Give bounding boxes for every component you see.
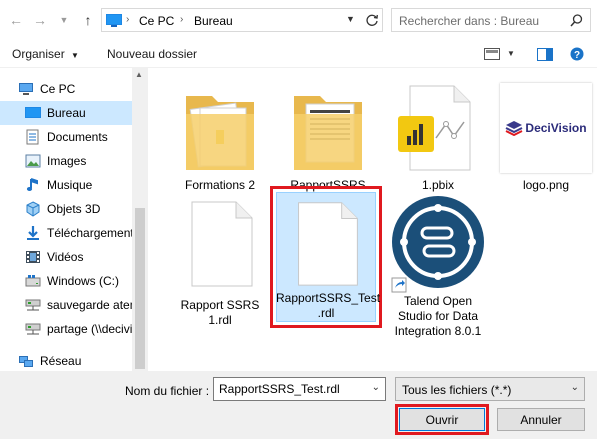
nav-item-reseau[interactable]: Réseau <box>0 349 132 371</box>
filetype-value: Tous les fichiers (*.*) <box>402 383 512 397</box>
open-button[interactable]: Ouvrir <box>399 408 485 431</box>
network-drive-icon <box>25 299 41 311</box>
search-box[interactable]: Rechercher dans : Bureau <box>391 8 591 32</box>
cancel-button[interactable]: Annuler <box>497 408 585 431</box>
nav-item-bureau[interactable]: Bureau <box>0 101 132 125</box>
nav-label: Réseau <box>40 354 82 368</box>
help-icon[interactable]: ? <box>570 47 584 61</box>
folder-icon <box>294 96 362 170</box>
refresh-icon[interactable] <box>365 13 379 27</box>
organize-button[interactable]: Organiser ▼ <box>12 47 79 61</box>
network-icon <box>19 356 33 367</box>
3d-objects-icon <box>26 201 40 217</box>
file-item-formations-2[interactable]: Formations 2 <box>170 78 270 193</box>
desktop-icon <box>25 107 41 118</box>
up-arrow-icon[interactable]: ↑ <box>78 10 98 30</box>
talend-shortcut-icon <box>391 196 484 293</box>
preview-pane-icon[interactable] <box>537 48 553 61</box>
navigation-pane: Ce PC Bureau Documents Images Musique Ob… <box>0 68 148 371</box>
nav-label: sauvegarde atem <box>47 298 140 312</box>
new-folder-button[interactable]: Nouveau dossier <box>107 47 197 61</box>
dialog-footer: Nom du fichier : ⌄ Tous les fichiers (*.… <box>0 371 597 439</box>
network-drive-icon <box>25 323 41 335</box>
file-name: logo.png <box>522 178 570 192</box>
chevron-down-icon: ▼ <box>71 51 79 60</box>
filetype-select[interactable]: Tous les fichiers (*.*) ⌄ <box>395 377 585 401</box>
chevron-down-icon: ⌄ <box>570 382 579 393</box>
breadcrumb-separator-icon: › <box>180 14 184 25</box>
file-name: RapportSSRS_Test .rdl <box>276 291 381 320</box>
nav-label: Objets 3D <box>47 202 101 216</box>
breadcrumb-separator-icon: › <box>126 14 130 25</box>
nav-label: Vidéos <box>47 250 84 264</box>
address-row: ← → ▼ ↑ › Ce PC › Bureau ▼ Rechercher da… <box>0 0 597 40</box>
file-item-logo-png[interactable]: DeciVision logo.png <box>496 78 596 193</box>
file-item-rapport-ssrs-1[interactable]: Rapport SSRS 1.rdl <box>170 198 270 328</box>
filename-field[interactable]: ⌄ <box>213 377 386 401</box>
file-list: Formations 2 RapportSSRS 1.pbix DeciVisi… <box>148 68 597 371</box>
videos-icon <box>26 251 40 263</box>
nav-item-musique[interactable]: Musique <box>0 173 132 197</box>
nav-label: Documents <box>47 130 108 144</box>
search-placeholder: Rechercher dans : Bureau <box>399 14 540 28</box>
forward-arrow-icon[interactable]: → <box>30 10 50 30</box>
nav-label: Téléchargements <box>47 226 140 240</box>
file-open-dialog: ← → ▼ ↑ › Ce PC › Bureau ▼ Rechercher da… <box>0 0 597 439</box>
logo-thumbnail: DeciVision <box>496 78 596 178</box>
pbix-file-icon <box>398 85 471 171</box>
images-icon <box>25 154 41 168</box>
downloads-icon <box>27 226 39 240</box>
breadcrumb-ce-pc[interactable]: Ce PC <box>139 14 174 28</box>
svg-text:?: ? <box>574 50 580 61</box>
nav-label: Ce PC <box>40 82 76 96</box>
file-item-rapportssrs[interactable]: RapportSSRS <box>278 78 378 193</box>
organize-label: Organiser <box>12 47 65 61</box>
nav-label: Bureau <box>47 106 86 120</box>
file-name: Rapport SSRS 1.rdl <box>180 298 260 327</box>
nav-item-sauvegarde[interactable]: sauvegarde atem <box>0 293 140 317</box>
command-bar: Organiser ▼ Nouveau dossier ▼ ? <box>0 40 597 68</box>
scroll-up-icon[interactable]: ▲ <box>135 70 143 79</box>
view-options-icon[interactable] <box>484 48 500 60</box>
music-icon <box>26 178 38 191</box>
recent-chevron-icon[interactable]: ▼ <box>54 10 74 30</box>
search-icon[interactable] <box>570 14 583 27</box>
address-dropdown-icon[interactable]: ▼ <box>346 14 355 24</box>
file-name: 1.pbix <box>421 178 455 192</box>
nav-label: Windows (C:) <box>47 274 120 288</box>
filename-input[interactable] <box>214 378 369 400</box>
nav-item-telechargements[interactable]: Téléchargements <box>0 221 140 245</box>
file-item-1-pbix[interactable]: 1.pbix <box>388 78 488 193</box>
nav-item-videos[interactable]: Vidéos <box>0 245 132 269</box>
folder-icon <box>186 96 254 170</box>
desktop-icon <box>106 14 122 27</box>
documents-icon <box>26 129 39 145</box>
filename-label: Nom du fichier : <box>125 384 210 398</box>
file-item-rapportssrs-test[interactable]: RapportSSRS_Test .rdl <box>276 192 381 322</box>
back-arrow-icon[interactable]: ← <box>6 10 26 30</box>
file-name: Talend Open Studio for Data Integration … <box>394 294 482 338</box>
nav-item-objets-3d[interactable]: Objets 3D <box>0 197 132 221</box>
file-name: Formations 2 <box>184 178 256 192</box>
view-dropdown-icon[interactable]: ▼ <box>507 49 515 58</box>
nav-label: partage (\\decivi <box>47 322 133 336</box>
breadcrumb-bureau[interactable]: Bureau <box>194 14 233 28</box>
nav-item-documents[interactable]: Documents <box>0 125 132 149</box>
address-bar[interactable]: › Ce PC › Bureau ▼ <box>101 8 383 32</box>
nav-scroll-thumb[interactable] <box>135 208 145 369</box>
computer-icon <box>19 83 33 95</box>
nav-item-images[interactable]: Images <box>0 149 132 173</box>
file-item-talend-open-studio[interactable]: Talend Open Studio for Data Integration … <box>388 194 488 339</box>
drive-icon <box>25 275 41 287</box>
nav-item-windows-c[interactable]: Windows (C:) <box>0 269 132 293</box>
decivision-logo-icon <box>505 121 523 136</box>
nav-label: Images <box>47 154 87 168</box>
logo-text: DeciVision <box>525 121 587 135</box>
nav-item-ce-pc[interactable]: Ce PC <box>0 77 132 101</box>
nav-item-partage[interactable]: partage (\\decivi <box>0 317 132 341</box>
chevron-down-icon[interactable]: ⌄ <box>372 382 380 393</box>
blank-file-icon <box>298 202 358 286</box>
blank-file-icon <box>191 201 253 287</box>
nav-label: Musique <box>47 178 93 192</box>
